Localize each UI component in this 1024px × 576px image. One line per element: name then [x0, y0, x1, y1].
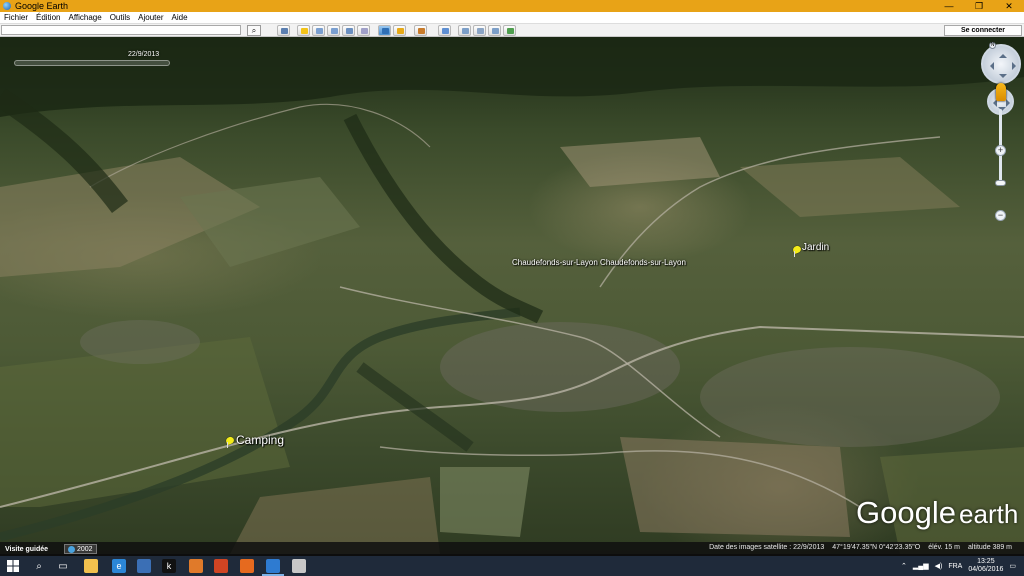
notifications-icon[interactable]: ▭ — [1009, 562, 1016, 570]
sunlight-button[interactable] — [393, 25, 406, 36]
window-title: Google Earth — [15, 1, 69, 11]
tour-icon — [361, 28, 368, 34]
close-button[interactable]: ✕ — [994, 0, 1024, 12]
move-right-icon[interactable] — [1006, 99, 1014, 107]
imagery-date: Date des images satellite : 22/9/2013 — [709, 544, 825, 551]
volume-icon[interactable]: ◀) — [935, 562, 943, 570]
earth-viewport[interactable]: 22/9/2013 Chaudefonds-sur-Layon Chaudefo… — [0, 37, 1024, 554]
clock-icon — [68, 545, 75, 553]
media-icon[interactable] — [189, 559, 203, 573]
zoom-out-button[interactable]: − — [995, 210, 1006, 221]
maps-icon — [507, 28, 514, 34]
status-info: Date des images satellite : 22/9/2013 47… — [709, 544, 1012, 551]
coordinates: 47°19'47.35"N 0°42'23.35"O — [832, 544, 921, 551]
search-input[interactable] — [1, 25, 241, 35]
elevation: élév. 15 m — [928, 544, 961, 551]
sign-in-button[interactable]: Se connecter — [944, 25, 1022, 36]
email-icon — [462, 28, 469, 34]
network-icon[interactable]: ▂▄▆ — [913, 562, 929, 570]
eye-altitude: altitude 389 m — [968, 544, 1012, 551]
overlay-button[interactable] — [342, 25, 355, 36]
menu-bar: Fichier Édition Affichage Outils Ajouter… — [0, 12, 1024, 24]
status-bar: Visite guidée 2002 Date des images satel… — [0, 542, 1024, 556]
google-earth-app-icon — [3, 2, 11, 10]
email-button[interactable] — [458, 25, 471, 36]
north-up-icon[interactable]: N — [989, 42, 996, 49]
store-icon[interactable] — [137, 559, 151, 573]
historical-imagery-slider[interactable] — [14, 60, 170, 66]
title-bar: Google Earth — ❐ ✕ — [0, 0, 1024, 12]
path-icon — [331, 28, 338, 34]
keyboard-language[interactable]: FRA — [948, 563, 962, 570]
taskbar-clock[interactable]: 13:25 04/06/2016 — [968, 558, 1003, 574]
k-app-icon[interactable]: k — [162, 559, 176, 573]
search-icon[interactable]: ⌕ — [32, 559, 46, 573]
history-button[interactable] — [378, 25, 391, 36]
google-earth-icon[interactable] — [262, 559, 284, 576]
windows-taskbar: ⌕ ▭ e k ⌃ ▂▄▆ ◀) FRA 13:25 04/06/2016 ▭ — [0, 556, 1024, 576]
tour-button[interactable] — [357, 25, 370, 36]
placemark-pin-icon[interactable] — [226, 437, 235, 448]
ruler-button[interactable] — [438, 25, 451, 36]
menu-file[interactable]: Fichier — [0, 13, 32, 22]
sunlight-icon — [397, 28, 404, 34]
look-down-icon[interactable] — [999, 74, 1007, 82]
zoom-slider-thumb[interactable] — [995, 180, 1006, 186]
menu-edit[interactable]: Édition — [32, 13, 64, 22]
menu-add[interactable]: Ajouter — [134, 13, 167, 22]
app-icon[interactable] — [292, 559, 306, 573]
task-view-icon[interactable]: ▭ — [56, 559, 70, 573]
windows-start-icon[interactable] — [6, 559, 20, 573]
edge-icon[interactable]: e — [112, 559, 126, 573]
placemark-button[interactable] — [297, 25, 310, 36]
sidebar-toggle-button[interactable] — [277, 25, 290, 36]
look-right-icon[interactable] — [1012, 62, 1020, 70]
menu-help[interactable]: Aide — [168, 13, 192, 22]
menu-tools[interactable]: Outils — [106, 13, 134, 22]
search-icon: ⌕ — [251, 25, 257, 35]
maps-button[interactable] — [503, 25, 516, 36]
place-label-jardin[interactable]: Jardin — [802, 242, 829, 253]
ruler-icon — [442, 28, 449, 34]
time-slider-date: 22/9/2013 — [128, 51, 160, 58]
terrain-imagery — [0, 37, 1024, 554]
print-button[interactable] — [473, 25, 486, 36]
planets-button[interactable] — [414, 25, 427, 36]
tour-guide-button[interactable]: Visite guidée — [5, 546, 48, 553]
place-label-chaudefonds[interactable]: Chaudefonds-sur-Layon Chaudefonds-sur-La… — [512, 258, 686, 267]
placemark-icon — [301, 28, 308, 34]
path-button[interactable] — [327, 25, 340, 36]
zoom-in-button[interactable]: + — [995, 145, 1006, 156]
file-explorer-icon[interactable] — [84, 559, 98, 573]
tray-chevron-icon[interactable]: ⌃ — [901, 562, 907, 570]
toolbar: ⌕ Se connecter — [0, 24, 1024, 37]
system-tray: ⌃ ▂▄▆ ◀) FRA 13:25 04/06/2016 ▭ — [901, 556, 1016, 576]
minimize-button[interactable]: — — [934, 0, 964, 12]
look-around-control[interactable] — [981, 44, 1021, 84]
powerpoint-icon[interactable] — [214, 559, 228, 573]
placemark-pin-icon[interactable] — [793, 246, 802, 257]
historical-imagery-badge[interactable]: 2002 — [64, 544, 97, 554]
place-label-camping[interactable]: Camping — [236, 433, 284, 447]
save-image-icon — [492, 28, 499, 34]
look-up-icon[interactable] — [999, 50, 1007, 58]
look-left-icon[interactable] — [986, 62, 994, 70]
planets-icon — [418, 28, 425, 34]
overlay-icon — [346, 28, 353, 34]
firefox-icon[interactable] — [240, 559, 254, 573]
save-image-button[interactable] — [488, 25, 501, 36]
window-controls: — ❐ ✕ — [934, 0, 1024, 12]
polygon-button[interactable] — [312, 25, 325, 36]
search-button[interactable]: ⌕ — [247, 25, 261, 36]
menu-view[interactable]: Affichage — [64, 13, 105, 22]
sidebar-toggle-icon — [281, 28, 288, 34]
google-earth-logo: Google earth — [856, 495, 1019, 530]
street-view-pegman-icon[interactable] — [996, 83, 1006, 101]
print-icon — [477, 28, 484, 34]
maximize-button[interactable]: ❐ — [964, 0, 994, 12]
polygon-icon — [316, 28, 323, 34]
history-icon — [382, 28, 389, 34]
